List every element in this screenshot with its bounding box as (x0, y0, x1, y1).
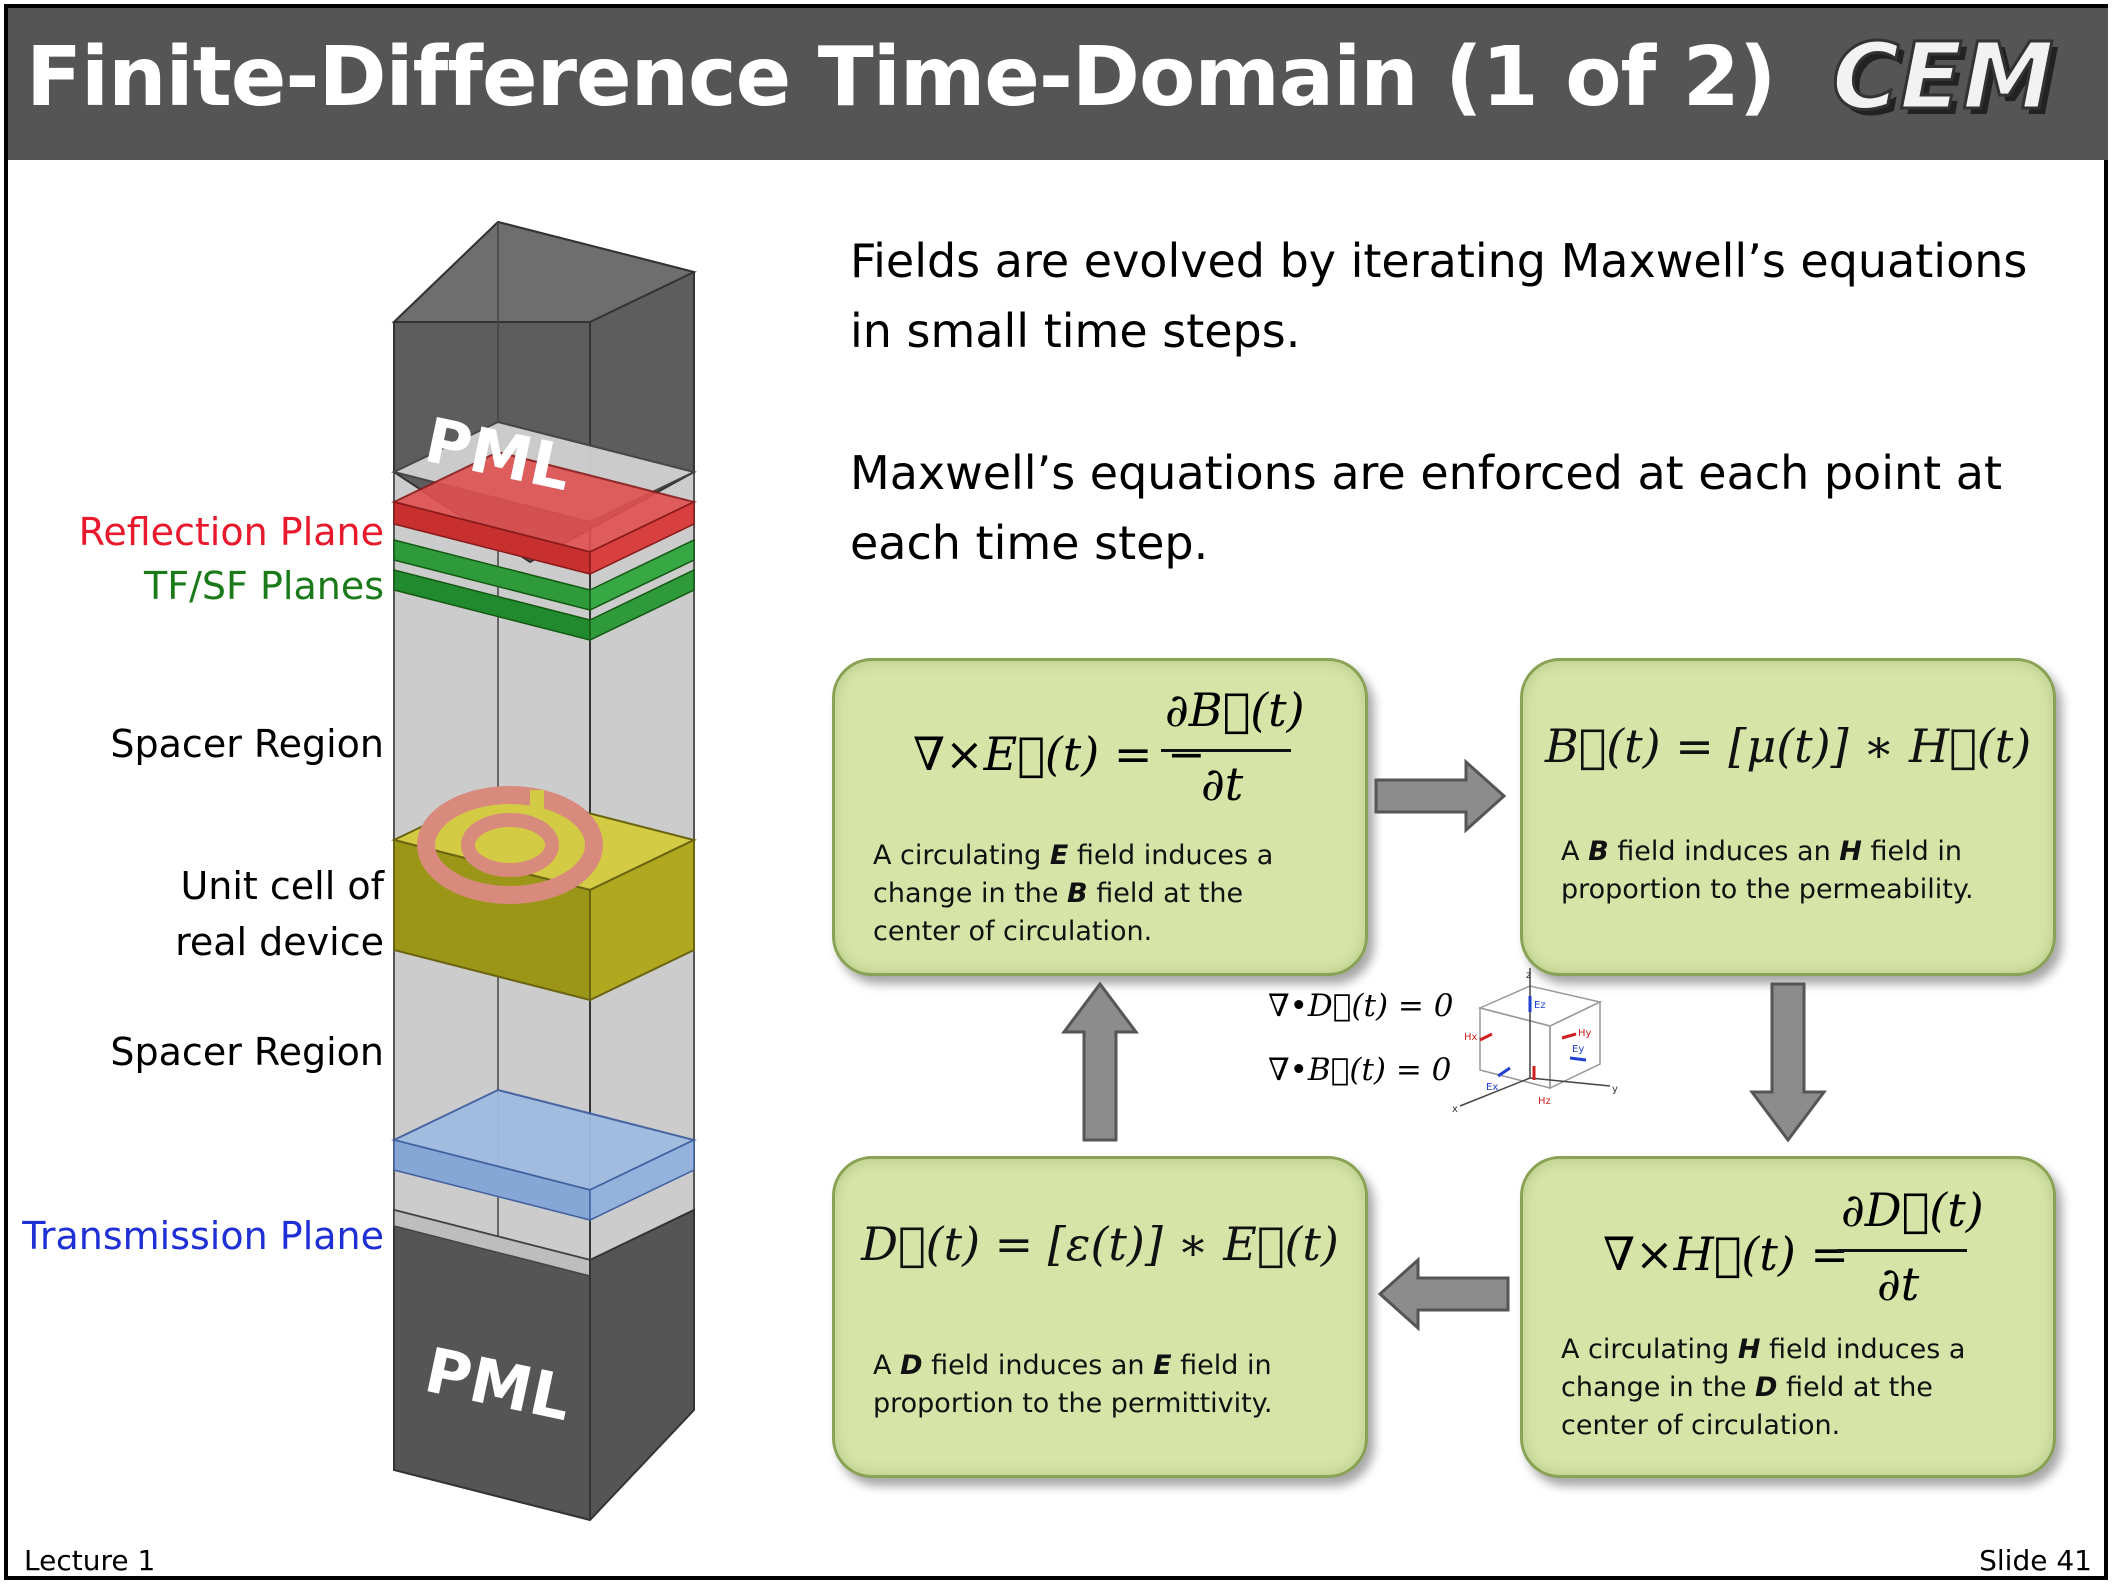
hz-label: Hz (1538, 1096, 1551, 1107)
ey-arrow (1569, 1056, 1587, 1062)
hx-label: Hx (1464, 1032, 1478, 1043)
label-unit-cell-line2: real device (175, 920, 384, 964)
footer-slide-number: Slide 41 (1979, 1544, 2092, 1577)
desc-text: A circulating (1561, 1334, 1738, 1365)
div-b-equation: ∇•B⃗(t) = 0 (1268, 1052, 1452, 1088)
curl-e-denominator: ∂t (1201, 757, 1244, 811)
hy-arrow (1561, 1032, 1577, 1040)
curl-e-numerator: ∂B⃗(t) (1165, 683, 1305, 737)
d-eps-e-equation: D⃗(t) = [ε(t)] ∗ E⃗(t) (861, 1217, 1339, 1271)
curl-e-lhs: ∇×E⃗(t) = − (913, 727, 1206, 781)
fraction-bar (1837, 1249, 1967, 1252)
axis-label: x (1452, 1104, 1458, 1115)
label-spacer-region-1: Spacer Region (110, 722, 384, 766)
b-mu-h-equation: B⃗(t) = [μ(t)] ∗ H⃗(t) (1544, 719, 2032, 773)
paragraph-iteration: Fields are evolved by iterating Maxwell’… (850, 234, 2028, 358)
label-transmission-plane: Transmission Plane (22, 1214, 384, 1258)
desc-text: A (1561, 836, 1589, 867)
axis-label: y (1612, 1084, 1618, 1095)
arrow-up (1061, 981, 1139, 1142)
curl-e-description: A circulating E field induces a change i… (873, 837, 1333, 951)
desc-h: H (1737, 1334, 1761, 1365)
b-mu-h-description: A B field induces an H field in proporti… (1561, 833, 2021, 909)
desc-text: field induces an (1608, 836, 1840, 867)
hx-arrow (1479, 1032, 1493, 1042)
fraction-bar (1161, 749, 1291, 752)
curl-e-equation: ∇×E⃗(t) = − ∂B⃗(t) ∂t (835, 683, 1365, 811)
yee-front-face (1479, 1007, 1551, 1089)
curl-h-lhs: ∇×H⃗(t) = (1603, 1227, 1849, 1281)
curl-h-equation: ∇×H⃗(t) = ∂D⃗(t) ∂t (1523, 1183, 2053, 1311)
arrow-down (1749, 982, 1827, 1143)
footer-lecture: Lecture 1 (24, 1544, 156, 1577)
arrow-right (1374, 758, 1507, 834)
div-d-equation: ∇•D⃗(t) = 0 (1268, 988, 1454, 1024)
hy-label: Hy (1578, 1028, 1592, 1039)
ex-arrow (1497, 1066, 1511, 1078)
ey-label: Ey (1572, 1044, 1584, 1055)
desc-h: H (1839, 836, 1862, 867)
desc-e: E (1153, 1350, 1172, 1381)
curl-h-numerator: ∂D⃗(t) (1841, 1183, 1984, 1237)
desc-d: D (1755, 1372, 1778, 1403)
cem-logo: CEM CEM (1832, 22, 2060, 134)
d-eps-e-description: A D field induces an E field in proporti… (873, 1347, 1333, 1423)
curl-h-description: A circulating H field induces a change i… (1561, 1331, 2021, 1445)
curl-h-box: ∇×H⃗(t) = ∂D⃗(t) ∂t A circulating H fiel… (1520, 1156, 2056, 1478)
arrow-left (1377, 1256, 1510, 1332)
label-unit-cell-line1: Unit cell of (180, 864, 384, 908)
fdtd-grid-illustration: PML PML (391, 220, 697, 1522)
curl-h-denominator: ∂t (1877, 1257, 1920, 1311)
desc-b: B (1067, 878, 1088, 909)
slide-title: Finite-Difference Time-Domain (1 of 2) (26, 30, 1776, 125)
axis-label: z (1526, 970, 1531, 981)
desc-text: field induces an (922, 1350, 1154, 1381)
ez-label: Ez (1534, 1000, 1546, 1011)
yee-cell-diagram: z y x Ez Ex Ey Hx Hy Hz (1452, 968, 1618, 1115)
desc-text: A circulating (873, 840, 1050, 871)
ex-label: Ex (1486, 1082, 1498, 1093)
desc-d: D (900, 1350, 923, 1381)
curl-e-box: ∇×E⃗(t) = − ∂B⃗(t) ∂t A circulating E fi… (832, 658, 1368, 976)
d-eps-e-box: D⃗(t) = [ε(t)] ∗ E⃗(t) A D field induces… (832, 1156, 1368, 1478)
desc-text: A (873, 1350, 901, 1381)
title-bar: Finite-Difference Time-Domain (1 of 2) (8, 8, 2108, 160)
desc-e: E (1049, 840, 1069, 871)
paragraph-enforcement: Maxwell’s equations are enforced at each… (850, 446, 2003, 570)
label-spacer-region-2: Spacer Region (110, 1030, 384, 1074)
cem-logo-text: CEM (1832, 23, 2054, 130)
b-mu-h-box: B⃗(t) = [μ(t)] ∗ H⃗(t) A B field induces… (1520, 658, 2056, 976)
desc-b: B (1588, 836, 1609, 867)
label-tfsf-planes: TF/SF Planes (144, 564, 384, 608)
ring-gap (530, 790, 544, 814)
label-reflection-plane: Reflection Plane (78, 510, 384, 554)
